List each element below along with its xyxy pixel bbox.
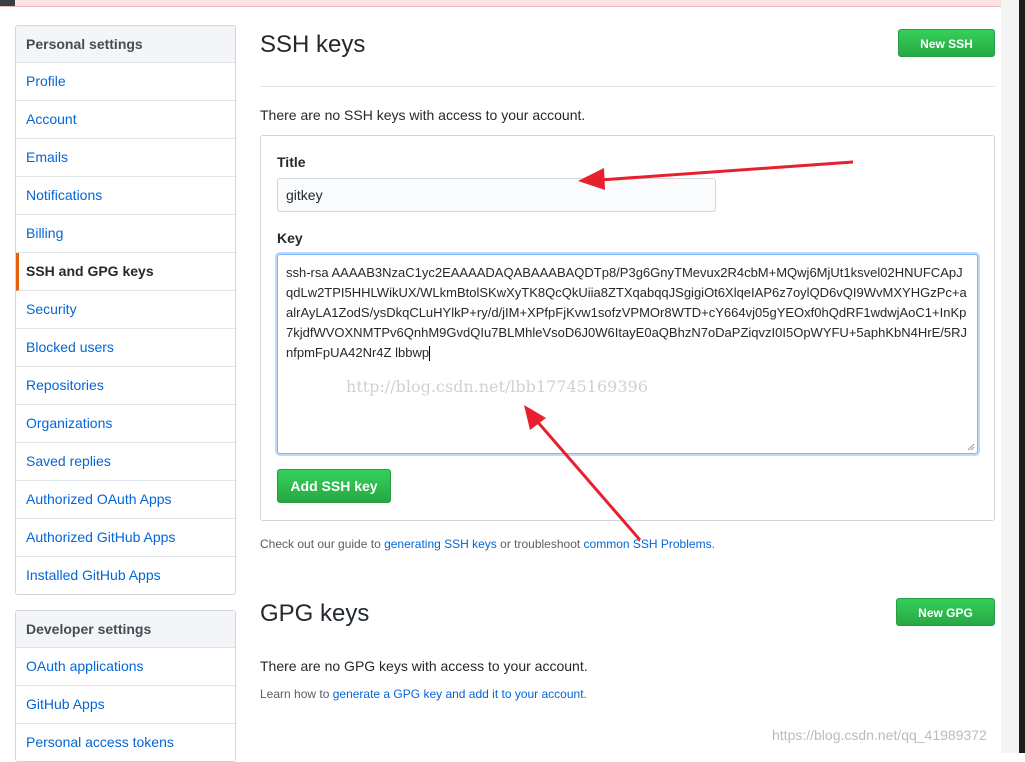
sidebar-item-billing[interactable]: Billing bbox=[16, 215, 235, 253]
gpg-help-prefix: Learn how to bbox=[260, 687, 333, 701]
new-gpg-key-button[interactable]: New GPG key bbox=[896, 598, 995, 648]
sidebar-item-repositories[interactable]: Repositories bbox=[16, 367, 235, 405]
window-edge bbox=[1001, 0, 1025, 753]
personal-settings-heading: Personal settings bbox=[16, 26, 235, 63]
sidebar-item-authorized-github-apps[interactable]: Authorized GitHub Apps bbox=[16, 519, 235, 557]
new-ssh-key-button[interactable]: New SSH key bbox=[898, 29, 995, 79]
ssh-help-text: Check out our guide to generating SSH ke… bbox=[260, 537, 715, 551]
gpg-help-suffix: . bbox=[583, 687, 587, 701]
sidebar-item-installed-github-apps[interactable]: Installed GitHub Apps bbox=[16, 557, 235, 594]
personal-settings-menu: Personal settings Profile Account Emails No… bbox=[15, 25, 236, 595]
ssh-keys-heading: SSH keys bbox=[260, 31, 366, 58]
sidebar-item-github-apps[interactable]: GitHub Apps bbox=[16, 686, 235, 724]
sidebar-item-emails[interactable]: Emails bbox=[16, 139, 235, 177]
sidebar-item-blocked-users[interactable]: Blocked users bbox=[16, 329, 235, 367]
flash-banner bbox=[0, 0, 1001, 7]
ssh-help-middle: or troubleshoot bbox=[496, 537, 584, 551]
key-label: Key bbox=[277, 230, 303, 246]
developer-settings-menu: Developer settings OAuth applications Git… bbox=[15, 610, 236, 762]
resize-handle-icon[interactable] bbox=[967, 443, 975, 451]
title-label: Title bbox=[277, 154, 306, 170]
ssh-empty-text: There are no SSH keys with access to you… bbox=[260, 107, 586, 123]
sidebar-item-ssh-and-gpg-keys[interactable]: SSH and GPG keys bbox=[16, 253, 235, 291]
banner-edge bbox=[0, 0, 15, 6]
text-caret bbox=[429, 346, 431, 362]
generating-ssh-keys-link[interactable]: generating SSH keys bbox=[384, 537, 497, 551]
gpg-empty-text: There are no GPG keys with access to you… bbox=[260, 658, 588, 674]
ssh-help-prefix: Check out our guide to bbox=[260, 537, 385, 551]
add-ssh-key-form: Title gitkey Key ssh-rsa AAAAB3NzaC1yc2E… bbox=[260, 135, 995, 521]
developer-settings-heading: Developer settings bbox=[16, 611, 235, 648]
key-text: ssh-rsa AAAAB3NzaC1yc2EAAAADAQABAAABAQDT… bbox=[286, 265, 967, 360]
corner-watermark: https://blog.csdn.net/qq_41989372 bbox=[772, 727, 987, 743]
sidebar-item-security[interactable]: Security bbox=[16, 291, 235, 329]
gpg-help-text: Learn how to generate a GPG key and add … bbox=[260, 687, 587, 701]
sidebar-item-account[interactable]: Account bbox=[16, 101, 235, 139]
blog-watermark: http://blog.csdn.net/lbb17745169396 bbox=[346, 377, 648, 396]
sidebar-item-authorized-oauth-apps[interactable]: Authorized OAuth Apps bbox=[16, 481, 235, 519]
ssh-help-suffix: . bbox=[711, 537, 715, 551]
sidebar-item-organizations[interactable]: Organizations bbox=[16, 405, 235, 443]
common-ssh-problems-link[interactable]: common SSH Problems bbox=[584, 537, 712, 551]
scrollbar[interactable] bbox=[1019, 0, 1025, 753]
gpg-keys-heading: GPG keys bbox=[260, 600, 370, 627]
sidebar-item-notifications[interactable]: Notifications bbox=[16, 177, 235, 215]
sidebar-item-oauth-applications[interactable]: OAuth applications bbox=[16, 648, 235, 686]
sidebar-item-profile[interactable]: Profile bbox=[16, 63, 235, 101]
add-ssh-key-button[interactable]: Add SSH key bbox=[277, 469, 391, 503]
divider bbox=[260, 86, 995, 87]
generate-gpg-key-link[interactable]: generate a GPG key and add it to your ac… bbox=[333, 687, 584, 701]
sidebar-item-personal-access-tokens[interactable]: Personal access tokens bbox=[16, 724, 235, 761]
sidebar-item-saved-replies[interactable]: Saved replies bbox=[16, 443, 235, 481]
key-textarea[interactable]: ssh-rsa AAAAB3NzaC1yc2EAAAADAQABAAABAQDT… bbox=[277, 254, 978, 454]
title-input[interactable]: gitkey bbox=[277, 178, 716, 212]
